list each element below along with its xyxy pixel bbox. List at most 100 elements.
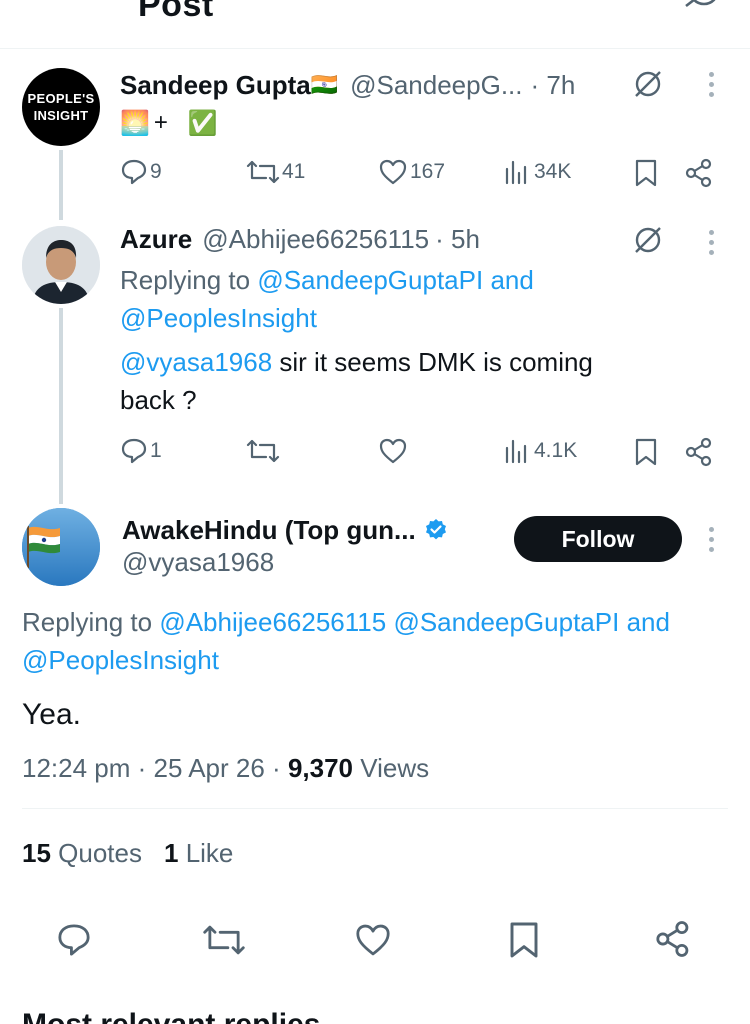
- tweet2-header: Azure @Abhijee66256115 · 5h: [120, 222, 480, 256]
- more-icon[interactable]: [709, 527, 715, 557]
- like-button[interactable]: [378, 437, 408, 465]
- main-tweet-text: Yea.: [22, 698, 81, 731]
- avatar-text-line1: PEOPLE'S: [27, 91, 95, 106]
- more-icon[interactable]: [709, 72, 715, 102]
- like-icon: [356, 924, 390, 956]
- grok-icon: [685, 0, 716, 8]
- author-name[interactable]: Azure: [120, 224, 192, 255]
- repost-icon: [203, 925, 245, 955]
- views-count: 9,370: [287, 753, 354, 783]
- share-button[interactable]: [684, 158, 714, 188]
- tweet1-header: Sandeep Gupta 🇮🇳 @SandeepG... · 7h: [120, 68, 575, 102]
- post-time: · 7h: [530, 69, 576, 100]
- main-replying-to-line: Replying to @Abhijee66256115 @SandeepGup…: [22, 603, 742, 679]
- like-button[interactable]: [354, 922, 392, 958]
- repost-button[interactable]: [246, 437, 280, 465]
- bookmark-icon: [510, 922, 538, 958]
- views-label: Views: [360, 753, 430, 783]
- tweet-text-line1: sir it seems DMK is coming: [279, 347, 593, 377]
- share-icon: [685, 437, 712, 467]
- bookmark-icon: [635, 159, 657, 187]
- avatar-person-image: [22, 226, 100, 304]
- repost-icon: [246, 160, 280, 184]
- repost-button[interactable]: 41: [246, 158, 305, 186]
- views-button[interactable]: 34K: [504, 158, 571, 186]
- like-icon: [379, 438, 407, 464]
- views-icon: [505, 439, 527, 464]
- tweet-text-line2: back ?: [120, 385, 197, 415]
- repost-icon: [246, 439, 280, 463]
- reply-icon: [121, 159, 147, 185]
- tweet1-grok-button[interactable]: [632, 68, 664, 100]
- back-button[interactable]: [24, 0, 64, 16]
- verified-badge-icon: [425, 519, 446, 540]
- reply-count: 1: [150, 439, 162, 462]
- flag-emoji: 🇮🇳: [310, 72, 339, 97]
- mention-link[interactable]: @PeoplesInsight: [120, 303, 317, 333]
- mention-link[interactable]: @vyasa1968: [120, 347, 272, 377]
- more-icon[interactable]: [709, 230, 715, 260]
- avatar-peoples-insight[interactable]: PEOPLE'S INSIGHT: [22, 68, 100, 146]
- reply-button[interactable]: 9: [120, 158, 162, 186]
- repost-button[interactable]: [202, 922, 246, 958]
- likes-link[interactable]: 1 Like: [164, 838, 233, 869]
- bookmark-icon: [635, 438, 657, 466]
- quotes-link[interactable]: 15 Quotes: [22, 838, 142, 869]
- author-handle[interactable]: @SandeepG...: [350, 70, 522, 101]
- views-button[interactable]: 4.1K: [504, 437, 577, 465]
- mention-link[interactable]: @PeoplesInsight: [22, 645, 219, 675]
- replying-prefix: Replying to: [22, 607, 153, 637]
- share-button[interactable]: [654, 920, 692, 958]
- reply-icon: [58, 924, 90, 956]
- post-time: · 5h: [435, 223, 480, 254]
- header-grok-button[interactable]: [682, 0, 726, 18]
- bookmark-button[interactable]: [634, 437, 658, 467]
- timestamp: 12:24 pm · 25 Apr 26 ·: [22, 753, 281, 783]
- avatar-text-line2: INSIGHT: [33, 108, 89, 123]
- follow-button[interactable]: Follow: [514, 516, 682, 562]
- reply-icon: [121, 438, 147, 464]
- replying-to-line: Replying to @SandeepGuptaPI and @Peoples…: [120, 261, 720, 337]
- thread-line: [59, 150, 63, 220]
- views-count: 4.1K: [534, 439, 578, 462]
- quotes-count: 15: [22, 838, 51, 868]
- mention-link[interactable]: @SandeepGuptaPI: [257, 265, 483, 295]
- bookmark-button[interactable]: [634, 158, 658, 188]
- replies-sort-heading[interactable]: Most relevant replies: [22, 1008, 320, 1024]
- bio-plus: +: [153, 109, 168, 136]
- like-count: 167: [410, 160, 446, 183]
- page-title: Post: [138, 0, 214, 24]
- avatar-flag-image: [22, 508, 100, 586]
- header-divider: [0, 48, 750, 49]
- quotes-label: Quotes: [58, 838, 142, 868]
- bookmark-button[interactable]: [508, 920, 540, 960]
- author-name[interactable]: AwakeHindu (Top gun...: [122, 515, 416, 546]
- avatar-azure[interactable]: [22, 226, 100, 304]
- replying-and: and: [626, 607, 670, 637]
- likes-count: 1: [163, 838, 179, 868]
- reply-button[interactable]: 1: [120, 437, 162, 465]
- author-name[interactable]: Sandeep Gupta: [120, 70, 311, 101]
- like-button[interactable]: 167: [378, 158, 445, 186]
- check-emoji: ✅: [187, 109, 218, 137]
- sunrise-emoji: 🌅: [120, 109, 150, 137]
- tweet1-bio: 🌅 + ✅: [120, 106, 218, 140]
- reply-count: 9: [150, 160, 162, 183]
- tweet2-grok-button[interactable]: [632, 224, 664, 256]
- author-handle[interactable]: @vyasa1968: [122, 547, 274, 578]
- reply-button[interactable]: [56, 922, 92, 958]
- tweet2-text: @vyasa1968 sir it seems DMK is coming ba…: [120, 343, 720, 419]
- mention-link[interactable]: @SandeepGuptaPI: [393, 607, 619, 637]
- share-button[interactable]: [684, 437, 714, 467]
- share-icon: [685, 158, 712, 188]
- like-icon: [379, 159, 407, 185]
- author-handle[interactable]: @Abhijee66256115: [202, 224, 429, 255]
- grok-icon: [635, 71, 661, 97]
- mention-link[interactable]: @Abhijee66256115: [159, 607, 386, 637]
- share-icon: [656, 921, 689, 957]
- engagement-stats: 15 Quotes 1 Like: [22, 838, 233, 869]
- avatar-awakehindu[interactable]: [22, 508, 100, 586]
- likes-label: Like: [185, 838, 234, 868]
- grok-icon: [635, 227, 661, 253]
- back-arrow-icon: [24, 0, 64, 16]
